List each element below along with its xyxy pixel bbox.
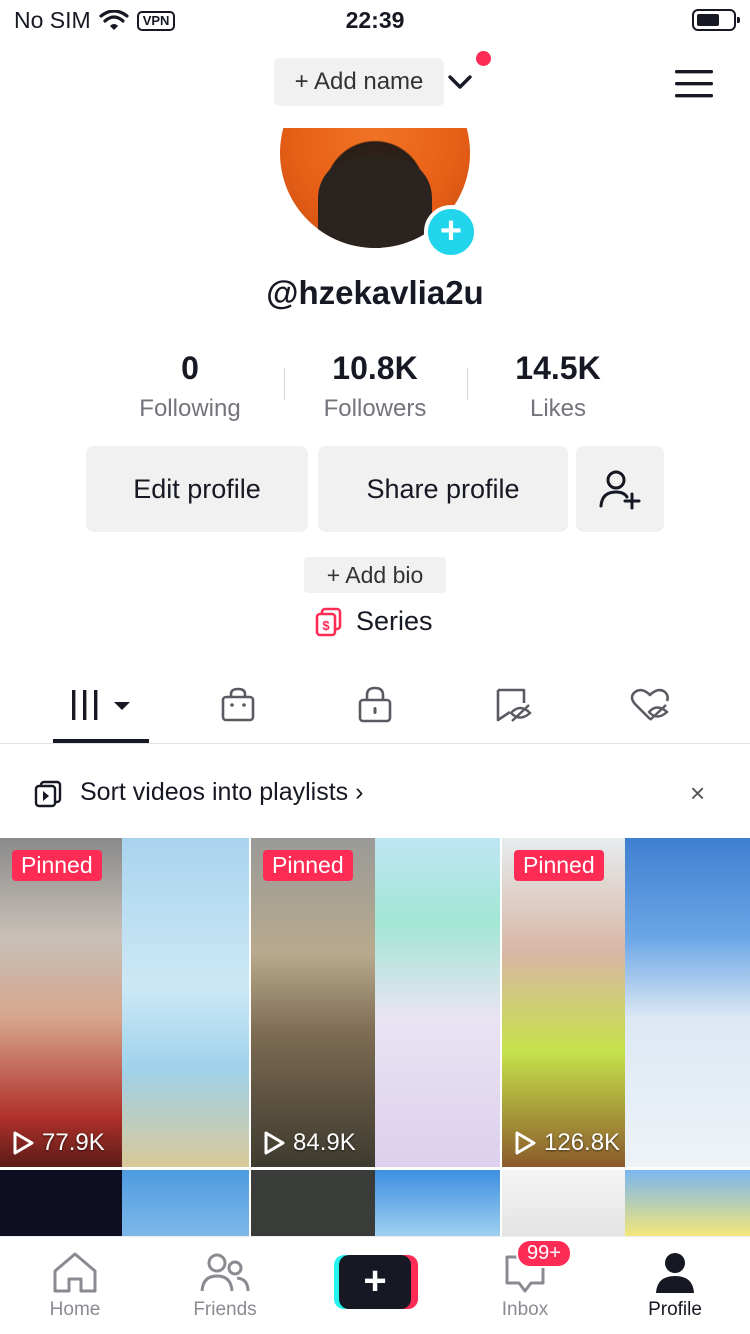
lock-icon	[358, 686, 392, 723]
video-thumbnail-left	[502, 1170, 625, 1236]
nav-inbox-label: Inbox	[501, 1299, 549, 1320]
tab-shop[interactable]	[198, 680, 278, 730]
video-thumbnail-right	[375, 838, 500, 1167]
add-friend-button[interactable]	[576, 446, 664, 532]
video-tile[interactable]	[251, 1170, 500, 1236]
nav-profile[interactable]: Profile	[615, 1245, 735, 1321]
play-icon	[13, 1131, 34, 1155]
playlist-banner-text[interactable]: Sort videos into playlists ›	[80, 778, 363, 807]
menu-icon[interactable]	[674, 68, 714, 100]
view-count: 126.8K	[514, 1129, 620, 1157]
video-thumbnail-left	[0, 1170, 122, 1236]
video-tile[interactable]	[0, 1170, 249, 1236]
stat-value: 10.8K	[332, 350, 418, 386]
profile-icon	[656, 1253, 694, 1293]
play-icon	[515, 1131, 536, 1155]
video-tile[interactable]	[502, 1170, 750, 1236]
series-link[interactable]: $ Series	[314, 606, 433, 637]
add-avatar-plus-icon[interactable]: +	[424, 205, 478, 259]
view-count: 77.9K	[12, 1129, 105, 1157]
video-thumbnail-right	[625, 838, 750, 1167]
username: @hzekavlia2u	[266, 274, 484, 311]
clock: 22:39	[345, 7, 405, 33]
series-label: Series	[356, 606, 433, 636]
nav-friends[interactable]: Friends	[165, 1245, 285, 1321]
playlist-banner[interactable]: Sort videos into playlists › ×	[0, 764, 750, 820]
pinned-badge: Pinned	[12, 850, 102, 881]
share-profile-button[interactable]: Share profile	[318, 446, 568, 532]
stat-followers[interactable]: 10.8K Followers	[275, 350, 475, 423]
play-icon	[264, 1131, 285, 1155]
bottom-nav: Home Friends + Inbox 99+ Profile	[0, 1236, 750, 1334]
stat-likes[interactable]: 14.5K Likes	[458, 350, 658, 423]
video-thumbnail-right	[375, 1170, 500, 1236]
add-user-icon	[599, 470, 641, 510]
edit-profile-button[interactable]: Edit profile	[86, 446, 308, 532]
pinned-badge: Pinned	[514, 850, 604, 881]
view-count: 84.9K	[263, 1129, 356, 1157]
series-icon: $	[315, 607, 342, 636]
tab-videos[interactable]	[53, 680, 149, 730]
close-icon[interactable]: ×	[690, 778, 705, 809]
stat-label: Followers	[323, 395, 427, 422]
add-bio-button[interactable]: + Add bio	[304, 557, 446, 593]
chevron-down-icon[interactable]	[446, 70, 474, 94]
friends-icon	[200, 1253, 250, 1292]
video-thumbnail-left	[251, 1170, 375, 1236]
stat-following[interactable]: 0 Following	[90, 350, 290, 423]
video-thumbnail-right	[625, 1170, 750, 1236]
stat-value: 14.5K	[515, 350, 601, 386]
video-thumbnail-right	[122, 1170, 249, 1236]
video-thumbnail-left	[251, 838, 375, 1167]
stat-label: Following	[139, 395, 241, 422]
video-thumbnail-left	[0, 838, 122, 1167]
tab-liked[interactable]	[610, 680, 690, 730]
tab-private[interactable]	[335, 680, 415, 730]
add-name-button[interactable]: + Add name	[274, 58, 444, 106]
video-tile[interactable]: Pinned 126.8K	[502, 838, 750, 1167]
home-icon	[53, 1252, 97, 1293]
notification-dot	[476, 51, 491, 66]
playlist-icon	[34, 780, 62, 808]
hidden-heart-icon	[630, 688, 669, 721]
status-bar: No SIM VPN 22:39	[0, 0, 750, 40]
create-plus-icon: +	[339, 1255, 411, 1309]
shopping-bag-icon	[221, 687, 255, 722]
stat-value: 0	[181, 350, 199, 386]
nav-home[interactable]: Home	[15, 1245, 135, 1321]
video-tile[interactable]: Pinned 77.9K	[0, 838, 249, 1167]
video-thumbnail-left	[502, 838, 625, 1167]
nav-home-label: Home	[49, 1299, 101, 1320]
svg-text:$: $	[322, 618, 330, 633]
video-tile[interactable]: Pinned 84.9K	[251, 838, 500, 1167]
battery-icon	[692, 9, 740, 31]
tabs-divider	[0, 743, 750, 744]
stat-label: Likes	[529, 395, 587, 422]
video-thumbnail-right	[122, 838, 249, 1167]
create-button[interactable]: +	[334, 1255, 418, 1309]
tab-reposts[interactable]	[474, 680, 554, 730]
hidden-repost-icon	[496, 688, 532, 722]
grid-icon	[72, 690, 130, 720]
nav-profile-label: Profile	[648, 1299, 702, 1320]
pinned-badge: Pinned	[263, 850, 353, 881]
nav-friends-label: Friends	[193, 1299, 257, 1320]
inbox-badge: 99+	[516, 1239, 572, 1268]
